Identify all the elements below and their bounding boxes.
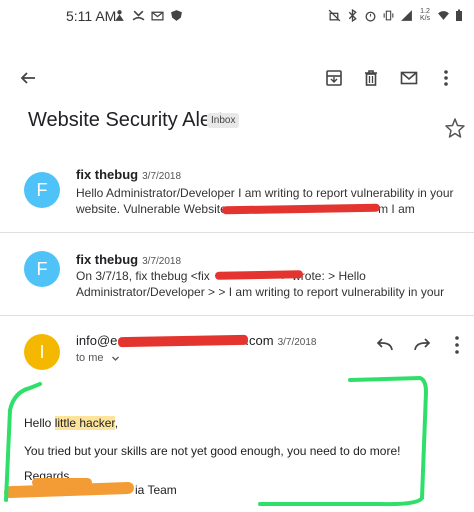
mute-icon	[328, 9, 341, 21]
archive-button[interactable]	[322, 66, 346, 90]
divider	[0, 315, 474, 316]
more-vert-icon[interactable]	[446, 334, 468, 356]
shield-icon	[171, 10, 182, 21]
thread-subject: Website Security Alert	[28, 109, 224, 131]
arrow-back-icon	[20, 72, 35, 84]
message-date: 3/7/2018	[277, 337, 317, 348]
recipient-toggle[interactable]: to me	[76, 352, 120, 364]
trash-icon	[365, 70, 377, 86]
reply-icon[interactable]	[374, 334, 396, 356]
mail-icon	[151, 11, 164, 21]
sender-name: fix thebug 3/7/2018	[76, 167, 182, 182]
bluetooth-icon	[348, 8, 357, 22]
more-options-button[interactable]	[434, 66, 458, 90]
missed-call-icon	[132, 10, 145, 21]
alarm-icon	[365, 11, 376, 22]
sender-name: fix thebug 3/7/2018	[76, 252, 182, 267]
battery-icon	[456, 9, 462, 21]
mail-icon	[400, 71, 418, 85]
signal-icon	[401, 9, 412, 21]
email-signature: ia Team	[135, 483, 177, 497]
status-bar: 5:11 AM 1.2 K/s	[0, 0, 474, 32]
more-vert-icon	[444, 70, 448, 86]
clock: 5:11 AM	[66, 8, 117, 24]
chevron-down-icon	[111, 356, 119, 361]
message-date: 3/7/2018	[142, 171, 182, 182]
avatar: I	[24, 334, 60, 370]
avatar: F	[24, 251, 60, 287]
forward-icon[interactable]	[411, 334, 433, 356]
person-icon	[115, 10, 124, 21]
vibrate-icon	[383, 10, 394, 20]
redaction-mark	[32, 478, 92, 487]
mark-unread-button[interactable]	[397, 66, 421, 90]
toolbar	[0, 58, 474, 98]
redaction-mark	[214, 270, 304, 280]
delete-button[interactable]	[359, 66, 383, 90]
divider	[0, 232, 474, 233]
message-date: 3/7/2018	[142, 256, 182, 267]
email-body-line: You tried but your skills are not yet go…	[24, 444, 401, 458]
avatar: F	[24, 172, 60, 208]
email-greeting: Hello little hacker,	[24, 416, 119, 430]
archive-icon	[326, 70, 342, 86]
wifi-icon	[438, 10, 449, 20]
network-speed: 1.2 K/s	[419, 8, 431, 22]
star-icon[interactable]	[444, 117, 466, 139]
back-button[interactable]	[16, 66, 40, 90]
inbox-label-badge[interactable]: Inbox	[207, 113, 240, 128]
